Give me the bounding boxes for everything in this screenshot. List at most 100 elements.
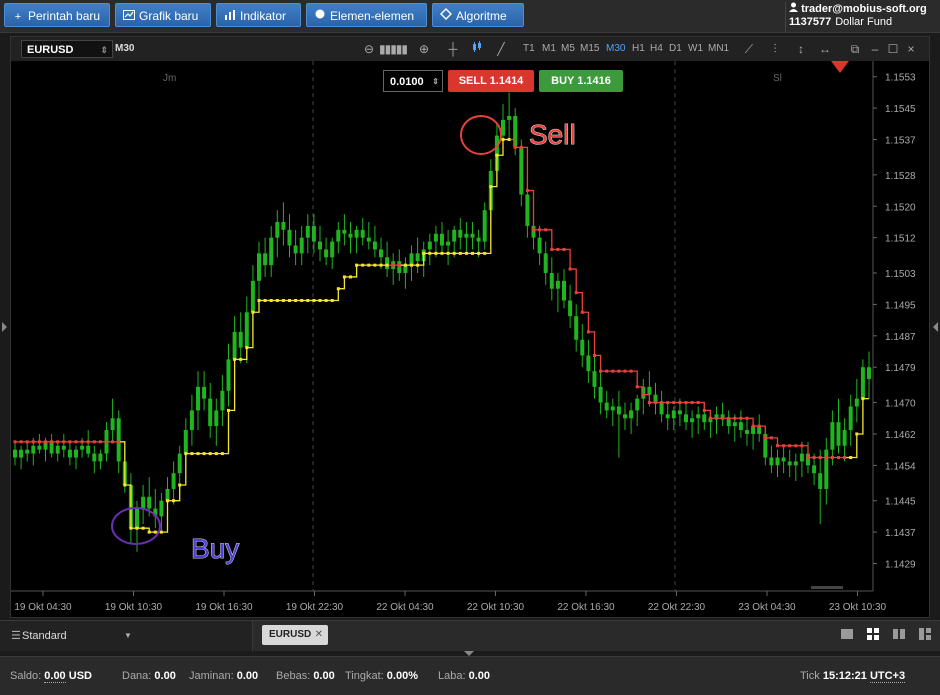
sell-annotation: Sell	[529, 119, 576, 150]
timeframe-h4[interactable]: H4	[650, 37, 663, 61]
candle-body	[702, 414, 707, 423]
sell-button[interactable]: SELL 1.1414	[448, 70, 534, 92]
time-tick-label: 19 Okt 22:30	[286, 602, 344, 613]
timezone[interactable]: UTC+3	[869, 670, 906, 683]
indicator-button[interactable]: Indikator	[216, 3, 301, 27]
trailing-stop-dot	[361, 263, 365, 267]
candle-body	[336, 229, 341, 242]
vertical-line-icon[interactable]: ↕	[793, 41, 809, 57]
symbol-selector[interactable]: EURUSD ⇕	[21, 40, 113, 58]
trailing-stop-dot	[416, 263, 420, 267]
buy-button[interactable]: BUY 1.1416	[539, 70, 623, 92]
timeframe-m1[interactable]: M1	[542, 37, 556, 61]
trailing-stop-dot	[117, 440, 121, 444]
candle-body	[598, 386, 603, 403]
order-quantity-input[interactable]: 0.0100 ⇕	[383, 70, 443, 92]
indicator-label: Indikator	[240, 9, 287, 23]
trailing-stop-dot	[800, 444, 804, 448]
account-info[interactable]: trader@mobius-soft.org 1137577 Dollar Fun…	[785, 2, 934, 32]
laba-label: Laba:	[438, 670, 466, 682]
trailing-stop-dot	[275, 298, 279, 302]
zoom-slider[interactable]: ▮▮▮▮▮	[379, 41, 408, 57]
price-tick-label: 1.1512	[885, 234, 916, 245]
elements-button[interactable]: Elemen-elemen	[306, 3, 427, 27]
stepper-icon[interactable]: ⇕	[432, 71, 439, 93]
candle-body	[592, 371, 597, 387]
right-panel-arrow-icon[interactable]	[933, 322, 938, 332]
candle-chart-icon[interactable]	[469, 41, 485, 57]
candle-body	[220, 390, 225, 411]
layout-selector[interactable]: ☰ Standard ▼	[0, 621, 253, 651]
candle-body	[379, 249, 383, 258]
candle-body	[824, 449, 829, 489]
candle-body	[80, 445, 85, 450]
timeframe-mn1[interactable]: MN1	[708, 37, 729, 61]
new-chart-button[interactable]: Grafik baru	[115, 3, 211, 27]
left-panel-arrow-icon[interactable]	[2, 322, 7, 332]
trailing-stop-dot	[690, 401, 694, 405]
draw-line-icon[interactable]: ⟋	[741, 41, 757, 57]
candle-body	[610, 406, 615, 411]
trailing-stop-dot	[489, 185, 493, 189]
layout-columns-icon[interactable]	[892, 627, 908, 643]
trailing-stop-dot	[525, 189, 529, 193]
line-chart-icon[interactable]: ╱	[493, 41, 509, 57]
tick-label: Tick	[800, 670, 820, 682]
layout-grid-icon[interactable]	[866, 627, 882, 643]
saldo-value: 0.00	[44, 670, 66, 683]
candle-body	[586, 355, 591, 372]
zoom-in-icon[interactable]: ⊕	[416, 41, 432, 57]
zoom-out-icon[interactable]: ⊖	[361, 41, 377, 57]
timeframe-m30[interactable]: M30	[606, 37, 625, 61]
algorithm-button[interactable]: Algoritme	[432, 3, 524, 27]
layout-single-icon[interactable]	[840, 627, 856, 643]
candle-body	[171, 473, 176, 489]
candle-body	[482, 210, 487, 242]
timeframe-d1[interactable]: D1	[669, 37, 682, 61]
candle-body	[775, 457, 780, 466]
tab-eurusd[interactable]: EURUSD ✕	[262, 625, 328, 645]
timeframe-h1[interactable]: H1	[632, 37, 645, 61]
trailing-stop-dot	[86, 440, 90, 444]
maximize-icon[interactable]: ☐	[885, 41, 901, 57]
close-icon[interactable]: ×	[903, 41, 919, 57]
candle-body	[299, 237, 304, 254]
timeframe-t1[interactable]: T1	[523, 37, 535, 61]
timeframe-w1[interactable]: W1	[688, 37, 703, 61]
trailing-stop-dot	[745, 416, 749, 420]
candle-body	[37, 445, 42, 450]
trailing-stop-dot	[13, 440, 17, 444]
new-order-button[interactable]: + Perintah baru	[4, 3, 110, 27]
fibonacci-icon[interactable]: ⫶	[767, 41, 783, 57]
detach-icon[interactable]: ⧉	[847, 41, 863, 57]
candle-body	[580, 339, 585, 356]
time-tick-label: 23 Okt 04:30	[738, 602, 796, 613]
candle-body	[147, 496, 152, 509]
trailing-stop-dot	[239, 357, 243, 361]
trailing-stop-dot	[178, 483, 182, 487]
bar-chart-icon[interactable]: ┼	[445, 41, 461, 57]
candle-body	[446, 241, 451, 246]
trailing-stop-dot	[294, 298, 298, 302]
horizontal-line-icon[interactable]: ↔	[817, 41, 833, 57]
candle-body	[61, 445, 66, 450]
trailing-stop-dot	[172, 499, 176, 503]
layout-name: Standard	[22, 630, 67, 642]
current-timeframe: M30	[115, 43, 135, 54]
minimize-icon[interactable]: –	[867, 41, 883, 57]
candle-body	[470, 233, 475, 238]
timeframe-m15[interactable]: M15	[580, 37, 599, 61]
candle-body	[318, 241, 322, 250]
price-tick-label: 1.1445	[885, 497, 916, 508]
price-chart[interactable]: Jm Sl 1.1553 1.1545 1.1537 1.1528 1.1520 1.1512…	[11, 61, 929, 617]
plus-icon: +	[14, 11, 22, 23]
bebas: Bebas: 0.00	[276, 657, 335, 695]
trailing-stop-dot	[605, 369, 609, 373]
candle-body	[244, 312, 249, 348]
close-tab-icon[interactable]: ✕	[315, 625, 323, 645]
timeframe-m5[interactable]: M5	[561, 37, 575, 61]
tingkat-value: 0.00%	[386, 670, 418, 682]
price-tick-label: 1.1429	[885, 560, 916, 571]
trailing-stop-dot	[330, 298, 334, 302]
layout-rows-icon[interactable]	[918, 627, 934, 643]
